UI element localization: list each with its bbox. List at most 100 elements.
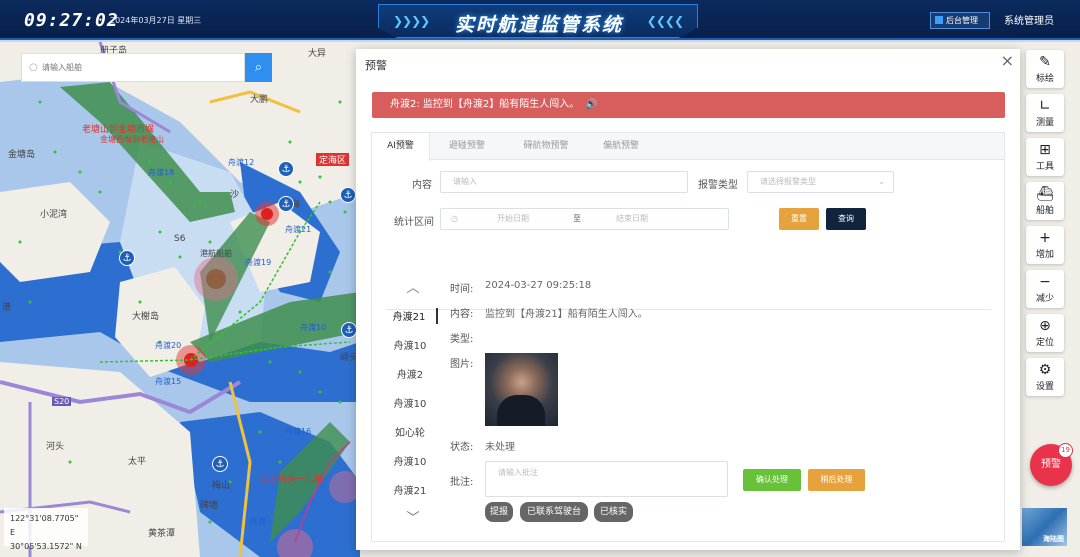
admin-button-label: 后台管理 [946, 16, 978, 25]
status-value: 未处理 [485, 442, 515, 453]
plus-icon: + [1039, 230, 1051, 246]
chevron-down-icon[interactable]: ﹀ [404, 507, 422, 526]
tool-tools[interactable]: ⊞ 工具 [1026, 138, 1064, 176]
tool-label: 测量 [1035, 118, 1054, 128]
tool-label: 定位 [1035, 338, 1054, 348]
tool-label: 船舶 [1035, 206, 1054, 216]
ship-search-input[interactable] [22, 54, 222, 81]
tool-label: 标绘 [1035, 74, 1054, 84]
tab-collision-alert[interactable]: 避碰预警 [432, 133, 502, 160]
title-plate: ❯❯❯❯ 实时航道监管系统 ❮❮❮❮ [378, 4, 698, 38]
search-button[interactable]: ⌕ [245, 53, 272, 82]
quick-note-chip[interactable]: 已联系驾驶台 [520, 502, 588, 522]
anchor-icon[interactable]: ⚓ [340, 187, 356, 203]
alert-panel: AI预警 避碰预警 碍航物预警 偏航预警 内容 请输入 报警类型 请选择报警类型… [371, 132, 1005, 542]
note-textarea[interactable]: 请输入批注 [485, 461, 728, 497]
ship-label: 舟渡15 [155, 377, 182, 386]
ship-label: 舟渡21 [285, 225, 312, 234]
tool-ships[interactable]: ⛴ 船舶 [1026, 182, 1064, 220]
query-button[interactable]: 查询 [826, 208, 866, 230]
range-separator: 至 [573, 214, 581, 223]
tool-measure[interactable]: ∟ 测量 [1026, 94, 1064, 132]
gear-icon: ⚙ [1038, 362, 1052, 378]
map-label-district: 定海区 [316, 153, 350, 166]
alarm-type-select[interactable]: 请选择报警类型 ⌄ [747, 171, 894, 193]
start-date: 开始日期 [497, 214, 529, 223]
ship-list-item[interactable]: 舟渡21 [382, 308, 438, 324]
map-label: 大榭岛 [132, 312, 160, 322]
date-range-picker[interactable]: ◷ 开始日期 至 结束日期 [440, 208, 729, 230]
chevron-down-icon: ⌄ [878, 177, 885, 186]
ship-list-item[interactable]: 舟渡10 [382, 337, 438, 352]
date-label: 2024年03月27日 星期三 [110, 16, 202, 25]
toolbox-icon: ⊞ [1039, 142, 1051, 158]
intruder-photo[interactable] [485, 353, 558, 426]
alert-dialog: 预警 × 舟渡2: 监控到【舟渡2】船有陌生人闯入。 🔊 AI预警 避碰预警 碍航… [356, 49, 1020, 550]
ship-list-item[interactable]: 舟渡10 [382, 395, 438, 410]
anchor-icon[interactable]: ⚓ [341, 322, 357, 338]
ship-list-item[interactable]: 舟渡2 [382, 366, 438, 381]
close-icon[interactable]: × [1001, 51, 1014, 70]
tool-locate[interactable]: ⊕ 定位 [1026, 314, 1064, 352]
top-header: 09:27:02 2024年03月27日 星期三 ❯❯❯❯ 实时航道监管系统 ❮… [0, 0, 1080, 40]
search-icon: ⌕ [254, 60, 263, 75]
tool-zoom-out[interactable]: − 减少 [1026, 270, 1064, 308]
time-label: 时间: [450, 284, 474, 295]
map-label: 大异 [308, 49, 327, 59]
alarm-count-badge: 19 [1058, 443, 1073, 458]
map-label: 金塘岛 [8, 150, 36, 160]
map-label: 港航船舶 [200, 249, 232, 258]
note-label: 批注: [450, 477, 474, 488]
ship-list-item[interactable]: 如心轮 [382, 424, 438, 439]
content-value: 监控到【舟渡21】船有陌生人闯入。 [485, 309, 648, 320]
map-label: 梅山 [212, 481, 231, 491]
time-value: 2024-03-27 09:25:18 [485, 280, 592, 291]
anchor-icon[interactable]: ⚓ [278, 196, 294, 212]
ruler-icon: ∟ [1039, 98, 1051, 114]
map-label: 河头 [46, 442, 65, 452]
map-label: 小泥湾 [40, 210, 68, 220]
admin-button[interactable]: 后台管理 [930, 12, 990, 29]
section-divider [386, 309, 991, 310]
anchor-icon[interactable]: ⚓ [278, 161, 294, 177]
minus-icon: − [1039, 274, 1051, 290]
tab-ai-alert[interactable]: AI预警 [372, 133, 430, 161]
tool-zoom-in[interactable]: + 增加 [1026, 226, 1064, 264]
map-toolbar: ✎ 标绘 ∟ 测量 ⊞ 工具 ⛴ 船舶 + 增加 − 减少 ⊕ 定位 ⚙ 设置 [1026, 50, 1064, 402]
tool-settings[interactable]: ⚙ 设置 [1026, 358, 1064, 396]
map-label: 港 [2, 303, 12, 313]
route-label: 金塘西堠到老塘山 [100, 135, 164, 144]
map-label: 碑墙 [200, 501, 219, 511]
confirm-handle-button[interactable]: 确认处理 [743, 469, 801, 491]
speaker-icon[interactable]: 🔊 [585, 99, 597, 110]
tab-yaw-alert[interactable]: 偏航预警 [586, 133, 656, 160]
end-date: 结束日期 [616, 214, 648, 223]
chevron-up-icon[interactable]: ︿ [404, 277, 422, 296]
anchor-icon[interactable]: ⚓ [212, 456, 228, 472]
reset-button[interactable]: 重置 [779, 208, 819, 230]
map-label: 太平 [128, 457, 147, 467]
date-range-label: 统计区间 [394, 217, 434, 228]
tool-label: 工具 [1035, 162, 1054, 172]
ship-label: 舟渡18 [148, 168, 175, 177]
anchor-icon[interactable]: ⚓ [119, 250, 135, 266]
ship-label: 舟渡20 [155, 341, 182, 350]
ship-list-item[interactable]: 舟渡21 [382, 482, 438, 497]
quick-note-chip[interactable]: 提报 [485, 502, 513, 522]
type-label: 类型: [450, 334, 474, 345]
handle-later-button[interactable]: 稍后处理 [808, 469, 865, 491]
current-user[interactable]: 系统管理员 [1004, 12, 1054, 27]
tab-obstruction-alert[interactable]: 碍航物预警 [506, 133, 586, 160]
ship-list-item[interactable]: 舟渡10 [382, 453, 438, 468]
alarm-type-placeholder: 请选择报警类型 [760, 177, 816, 186]
content-filter-input[interactable]: 请输入 [440, 171, 688, 193]
ship-icon: ⛴ [1036, 186, 1054, 202]
quick-note-chip[interactable]: 已核实 [594, 502, 633, 522]
ship-label: 舟渡19 [245, 258, 272, 267]
content-filter-label: 内容 [412, 180, 432, 191]
sea-land-map-toggle[interactable]: 海陆图 [1022, 508, 1067, 546]
clock-icon: ◷ [451, 214, 458, 223]
admin-icon [935, 16, 943, 24]
status-label: 状态: [450, 442, 474, 453]
tool-plot[interactable]: ✎ 标绘 [1026, 50, 1064, 88]
